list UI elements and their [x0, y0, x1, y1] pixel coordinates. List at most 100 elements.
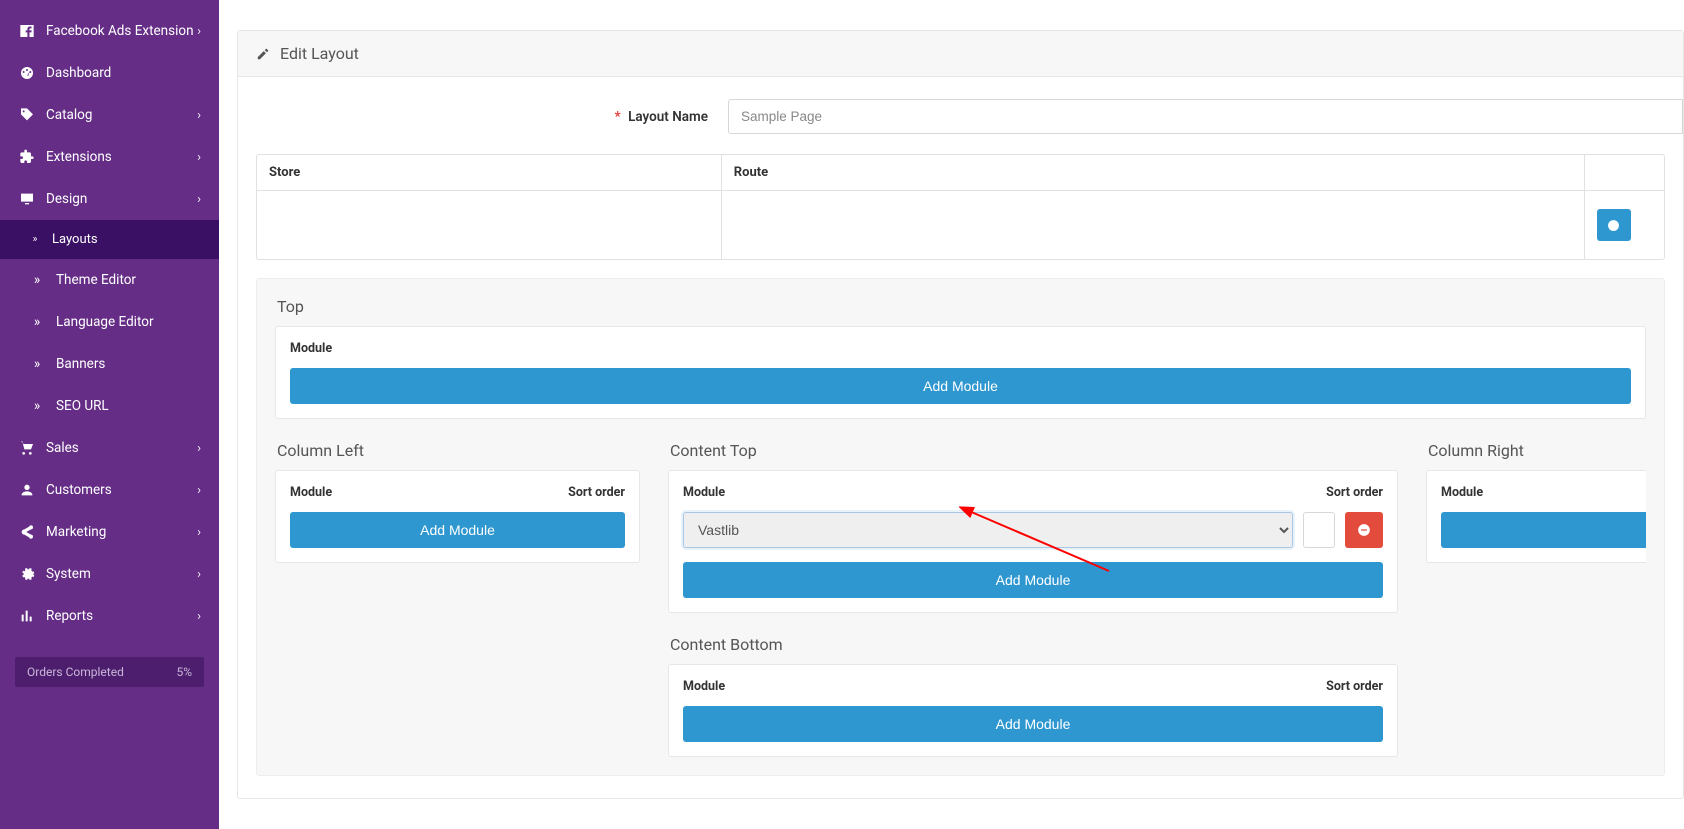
sidebar-item-marketing[interactable]: Marketing ›	[0, 511, 219, 553]
module-label: Module	[1441, 485, 1483, 500]
double-chevron-icon: »	[28, 398, 46, 414]
sidebar-item-language-editor[interactable]: » Language Editor	[0, 301, 219, 343]
sidebar-item-label: Facebook Ads Extension	[46, 23, 194, 39]
section-title-column-right: Column Right	[1428, 441, 1646, 460]
sidebar-item-label: Customers	[46, 482, 112, 498]
orders-completed-label: Orders Completed	[27, 665, 124, 679]
sidebar-item-catalog[interactable]: Catalog ›	[0, 94, 219, 136]
double-chevron-icon: »	[28, 234, 42, 245]
panel-title: Edit Layout	[280, 44, 359, 63]
route-header: Route	[721, 155, 1584, 191]
chevron-right-icon: ›	[197, 567, 201, 582]
edit-layout-panel: Edit Layout * Layout Name	[237, 30, 1684, 799]
cart-icon	[18, 440, 36, 456]
share-icon	[18, 524, 36, 540]
module-label: Module	[683, 485, 725, 500]
chevron-right-icon: ›	[197, 525, 201, 540]
sidebar-item-label: SEO URL	[56, 398, 109, 414]
module-card-column-left: Module Sort order Add Module	[275, 470, 640, 563]
sidebar-item-system[interactable]: System ›	[0, 553, 219, 595]
store-route-table: Store Route	[256, 154, 1665, 260]
chart-icon	[18, 608, 36, 624]
main-content: Edit Layout * Layout Name	[219, 0, 1684, 829]
sidebar-item-design[interactable]: Design ›	[0, 178, 219, 220]
module-card-content-top: Module Sort order Vastlib	[668, 470, 1398, 613]
sidebar-item-label: Banners	[56, 356, 105, 372]
sidebar-item-label: System	[46, 566, 91, 582]
sort-order-label: Sort order	[1326, 485, 1383, 500]
sidebar-item-banners[interactable]: » Banners	[0, 343, 219, 385]
sidebar-item-label: Marketing	[46, 524, 106, 540]
sort-order-label: Sort order	[568, 485, 625, 500]
layout-name-label: * Layout Name	[238, 109, 728, 125]
design-subitems: » Theme Editor » Language Editor » Banne…	[0, 259, 219, 427]
sidebar-item-label: Reports	[46, 608, 93, 624]
sidebar: Facebook Ads Extension › Dashboard Catal…	[0, 0, 219, 829]
chevron-right-icon: ›	[197, 609, 201, 624]
module-label: Module	[683, 679, 725, 694]
add-module-column-right-button[interactable]: Add Mod	[1441, 512, 1646, 548]
chevron-right-icon: ›	[197, 483, 201, 498]
position-top: Top Module Add Module	[275, 297, 1646, 419]
double-chevron-icon: »	[28, 314, 46, 330]
sort-order-label: Sort order	[1326, 679, 1383, 694]
sidebar-item-facebook-ads[interactable]: Facebook Ads Extension ›	[0, 10, 219, 52]
sidebar-item-reports[interactable]: Reports ›	[0, 595, 219, 637]
add-module-content-top-button[interactable]: Add Module	[683, 562, 1383, 598]
add-route-button[interactable]	[1597, 209, 1631, 241]
layout-name-input[interactable]	[728, 99, 1683, 134]
dashboard-icon	[18, 65, 36, 81]
puzzle-icon	[18, 149, 36, 165]
sidebar-item-label: Layouts	[52, 232, 98, 247]
user-icon	[18, 482, 36, 498]
sidebar-item-label: Sales	[46, 440, 79, 456]
sidebar-item-label: Dashboard	[46, 65, 111, 81]
sidebar-item-label: Catalog	[46, 107, 92, 123]
module-card-column-right: Module Add Mod	[1426, 470, 1646, 563]
chevron-right-icon: ›	[197, 108, 201, 123]
design-submenu: » Layouts	[0, 220, 219, 259]
section-title-column-left: Column Left	[277, 441, 640, 460]
sidebar-item-theme-editor[interactable]: » Theme Editor	[0, 259, 219, 301]
orders-completed-value: 5%	[176, 665, 192, 679]
module-label: Module	[290, 485, 332, 500]
monitor-icon	[18, 191, 36, 207]
sidebar-item-label: Theme Editor	[56, 272, 136, 288]
module-select[interactable]: Vastlib	[683, 512, 1293, 548]
position-column-right: Column Right Module Add Mod	[1426, 441, 1646, 563]
position-content-center: Content Top Module Sort order Vastlib	[668, 441, 1398, 757]
module-card-top: Module Add Module	[275, 326, 1646, 419]
sidebar-item-dashboard[interactable]: Dashboard	[0, 52, 219, 94]
sidebar-item-label: Design	[46, 191, 87, 207]
tag-icon	[18, 107, 36, 123]
chevron-right-icon: ›	[197, 441, 201, 456]
required-marker: *	[615, 109, 621, 125]
gear-icon	[18, 566, 36, 582]
add-module-top-button[interactable]: Add Module	[290, 368, 1631, 404]
remove-module-button[interactable]	[1345, 512, 1383, 548]
sidebar-item-seo-url[interactable]: » SEO URL	[0, 385, 219, 427]
sidebar-item-label: Extensions	[46, 149, 112, 165]
sidebar-item-label: Language Editor	[56, 314, 154, 330]
layout-name-label-text: Layout Name	[628, 109, 708, 125]
sidebar-item-layouts[interactable]: » Layouts	[0, 220, 219, 259]
chevron-right-icon: ›	[197, 192, 201, 207]
section-title-top: Top	[277, 297, 1646, 316]
sort-order-input[interactable]	[1303, 512, 1335, 548]
panel-header: Edit Layout	[238, 31, 1683, 77]
chevron-right-icon: ›	[197, 150, 201, 165]
chevron-right-icon: ›	[197, 24, 201, 39]
add-module-column-left-button[interactable]: Add Module	[290, 512, 625, 548]
layout-name-row: * Layout Name	[238, 99, 1683, 154]
add-module-content-bottom-button[interactable]: Add Module	[683, 706, 1383, 742]
pencil-icon	[256, 47, 270, 61]
store-header: Store	[257, 155, 721, 191]
section-title-content-top: Content Top	[670, 441, 1398, 460]
sidebar-item-sales[interactable]: Sales ›	[0, 427, 219, 469]
section-title-content-bottom: Content Bottom	[670, 635, 1398, 654]
sidebar-item-extensions[interactable]: Extensions ›	[0, 136, 219, 178]
module-row: Vastlib	[683, 512, 1383, 548]
positions-container: Top Module Add Module Column Left	[256, 278, 1665, 776]
orders-completed-box: Orders Completed 5%	[15, 657, 204, 687]
sidebar-item-customers[interactable]: Customers ›	[0, 469, 219, 511]
